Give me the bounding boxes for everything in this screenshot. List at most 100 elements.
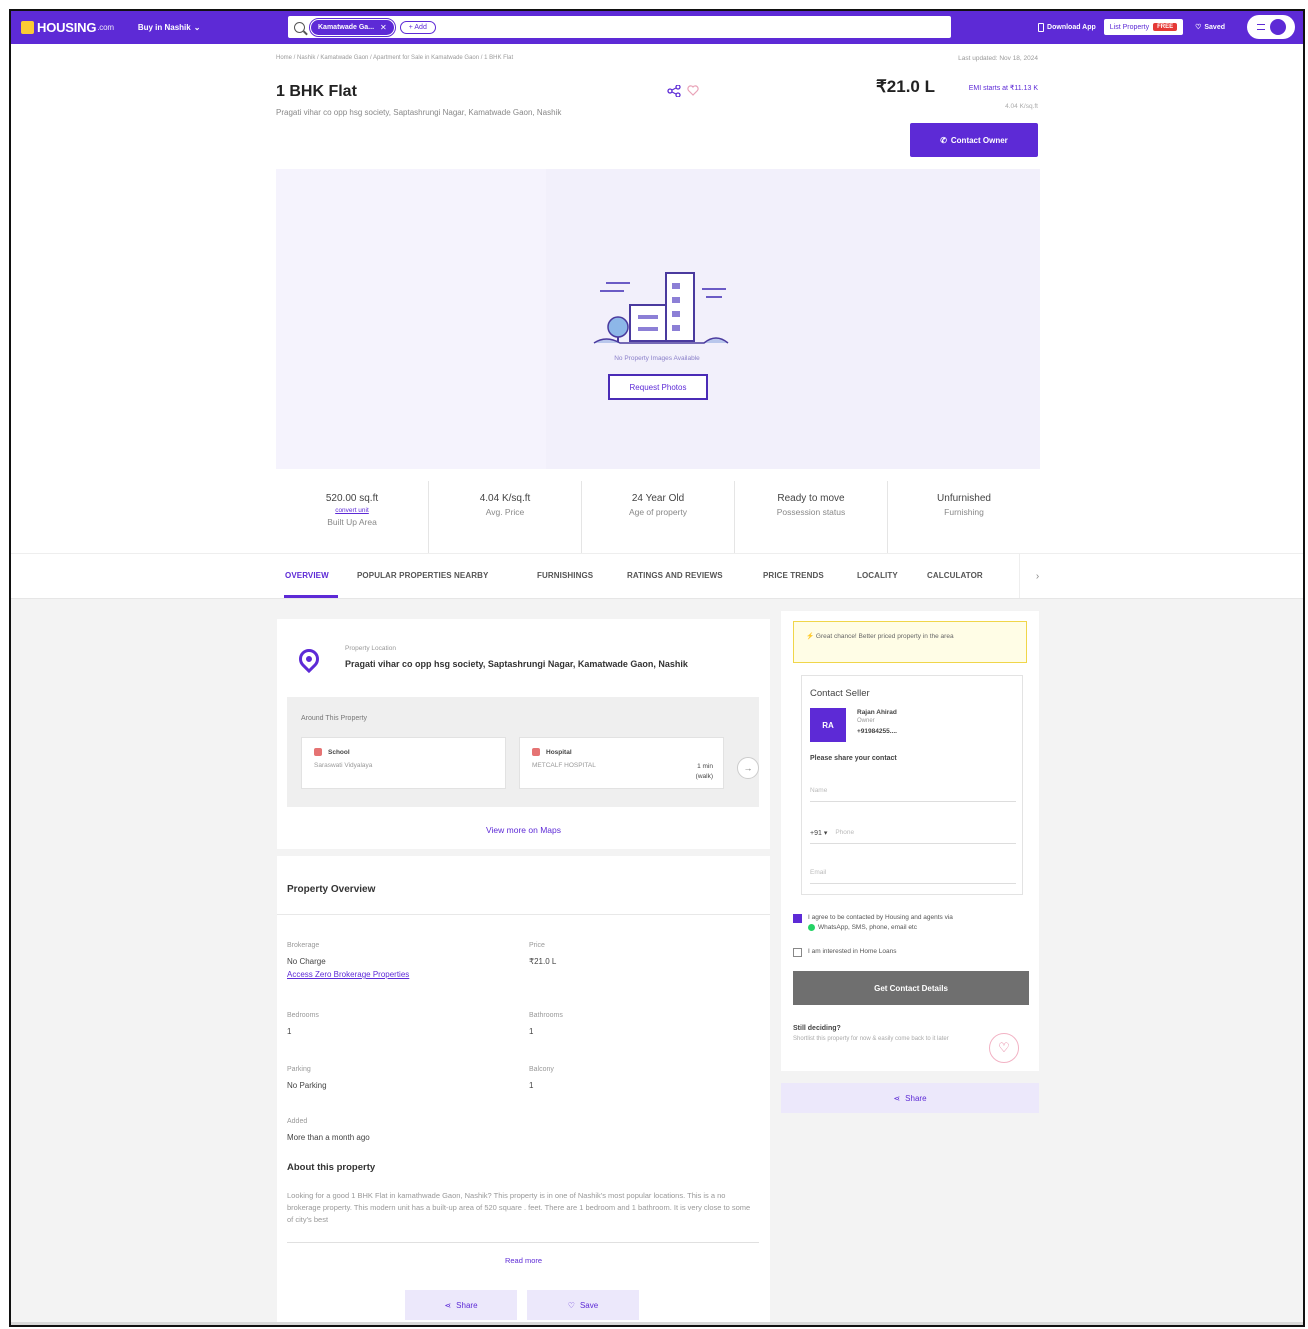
locality-chip-label: Kamatwade Ga...: [318, 23, 375, 31]
notice-label: Great chance! Better priced property in …: [815, 633, 954, 640]
share-label: Share: [905, 1093, 927, 1103]
poi-type: Hospital: [532, 748, 572, 756]
tab-overview[interactable]: OVERVIEW: [285, 571, 329, 580]
consent-checkbox-row[interactable]: I agree to be contacted by Housing and a…: [793, 913, 1033, 933]
get-contact-details-button[interactable]: Get Contact Details: [793, 971, 1029, 1005]
phone-field[interactable]: +91 ▾ Phone: [810, 822, 1016, 844]
no-image-building-icon: [593, 272, 729, 344]
share-label: Share: [456, 1300, 478, 1310]
section-tabs: OVERVIEW POPULAR PROPERTIES NEARBY FURNI…: [11, 553, 1303, 599]
saved-link[interactable]: ♡ Saved: [1195, 23, 1225, 32]
overview-item-balcony: Balcony 1: [529, 1066, 554, 1090]
housing-logo[interactable]: HOUSING .com: [21, 20, 114, 35]
horizontal-scrollbar[interactable]: [11, 1322, 1303, 1325]
shortlist-heart-button[interactable]: ♡: [989, 1033, 1019, 1063]
active-tab-indicator: [284, 595, 338, 598]
stat-label: Age of property: [628, 507, 688, 517]
stat-age: 24 Year Old Age of property: [582, 481, 735, 553]
tabs-next-button[interactable]: ›: [1019, 554, 1055, 598]
logo-suffix: .com: [97, 23, 114, 32]
top-navbar: HOUSING .com Buy in Nashik ⌄ Kamatwade G…: [11, 11, 1303, 44]
about-text: Looking for a good 1 BHK Flat in kamathw…: [287, 1191, 751, 1224]
share-icon: ⋖: [444, 1300, 452, 1310]
poi-name: Saraswati Vidyalaya: [314, 762, 373, 769]
header-actions: Download App List Property FREE ♡ Saved: [1038, 15, 1295, 39]
overview-item-bathrooms: Bathrooms 1: [529, 1012, 563, 1036]
consent-checkbox[interactable]: [793, 914, 802, 923]
price-notice: ⚡ Great chance! Better priced property i…: [793, 621, 1027, 663]
home-loan-checkbox[interactable]: [793, 948, 802, 957]
home-loan-checkbox-row[interactable]: I am interested in Home Loans: [793, 947, 1033, 957]
property-price: ₹21.0 L: [875, 77, 935, 96]
name-field[interactable]: Name: [810, 780, 1016, 802]
tab-ratings-reviews[interactable]: RATINGS AND REVIEWS: [627, 571, 723, 580]
poi-next-button[interactable]: →: [737, 757, 759, 779]
country-code-value: +91: [810, 829, 822, 837]
share-button[interactable]: ⋖ Share: [405, 1290, 517, 1320]
tab-popular-properties[interactable]: POPULAR PROPERTIES NEARBY: [357, 571, 488, 580]
convert-unit-link[interactable]: convert unit: [276, 507, 428, 514]
locality-chip[interactable]: Kamatwade Ga... ✕: [309, 17, 396, 37]
consent-text: I agree to be contacted by Housing and a…: [808, 913, 953, 933]
overview-item-price: Price ₹21.0 L: [529, 942, 556, 966]
property-address: Pragati vihar co opp hsg society, Saptas…: [276, 108, 562, 117]
contact-owner-button[interactable]: ✆ Contact Owner: [910, 123, 1038, 157]
heart-icon[interactable]: [687, 85, 699, 96]
location-value: Pragati vihar co opp hsg society, Saptas…: [345, 659, 688, 669]
request-photos-button[interactable]: Request Photos: [608, 374, 708, 400]
tab-furnishings[interactable]: FURNISHINGS: [537, 571, 593, 580]
saved-label: Saved: [1204, 23, 1225, 31]
read-more-link[interactable]: Read more: [277, 1256, 770, 1265]
poi-card-hospital[interactable]: Hospital METCALF HOSPITAL 1 min (walk): [519, 737, 724, 789]
overview-title: Property Overview: [287, 884, 376, 895]
poi-distance-value: 1 min: [697, 763, 713, 770]
download-app-link[interactable]: Download App: [1038, 22, 1096, 32]
stat-label: Possession status: [776, 507, 846, 517]
list-property-button[interactable]: List Property FREE: [1103, 19, 1184, 35]
overview-key: Brokerage: [287, 942, 320, 949]
account-menu[interactable]: [1247, 15, 1295, 39]
bolt-icon: ⚡: [806, 633, 816, 640]
save-label: Save: [579, 1300, 599, 1310]
property-stats: 520.00 sq.ft convert unit Built Up Area …: [276, 481, 1040, 553]
image-gallery: No Property Images Available Request Pho…: [276, 169, 1040, 469]
save-button[interactable]: ♡ Save: [527, 1290, 639, 1320]
price-per-sqft: 4.04 K/sq.ft: [1005, 103, 1038, 110]
sidebar-share-button[interactable]: ⋖ Share: [781, 1083, 1039, 1113]
poi-card-school[interactable]: School Saraswati Vidyalaya: [301, 737, 506, 789]
location-card: Property Location Pragati vihar co opp h…: [277, 619, 770, 849]
poi-distance: 1 min (walk): [696, 762, 713, 782]
download-app-label: Download App: [1047, 23, 1096, 31]
tab-locality[interactable]: LOCALITY: [857, 571, 898, 580]
last-updated: Last updated: Nov 18, 2024: [958, 55, 1038, 62]
view-maps-link[interactable]: View more on Maps: [277, 825, 770, 835]
stat-possession: Ready to move Possession status: [735, 481, 888, 553]
tab-calculator[interactable]: CALCULATOR: [927, 571, 983, 580]
breadcrumb[interactable]: Home / Nashik / Kamatwade Gaon / Apartme…: [276, 55, 513, 61]
no-photo-text: No Property Images Available: [614, 355, 700, 362]
emi-link[interactable]: EMI starts at ₹11.13 K: [969, 84, 1038, 92]
consent-label: I agree to be contacted by Housing and a…: [808, 914, 953, 921]
country-code-select[interactable]: +91 ▾: [810, 829, 827, 837]
poi-type-label: School: [328, 748, 350, 756]
page-title: 1 BHK Flat: [276, 83, 357, 100]
add-locality-chip[interactable]: + Add: [399, 20, 436, 34]
search-bar[interactable]: Kamatwade Ga... ✕ + Add: [288, 16, 951, 38]
close-icon[interactable]: ✕: [380, 23, 387, 32]
seller-phone: +91984255....: [857, 728, 897, 735]
city-dropdown[interactable]: Buy in Nashik ⌄: [138, 23, 201, 32]
zero-brokerage-link[interactable]: Access Zero Brokerage Properties: [287, 970, 409, 979]
share-icon[interactable]: [667, 85, 681, 97]
location-label: Property Location: [345, 645, 396, 652]
free-badge: FREE: [1153, 23, 1178, 31]
browser-viewport: HOUSING .com Buy in Nashik ⌄ Kamatwade G…: [9, 9, 1305, 1327]
stat-value: 520.00 sq.ft: [325, 493, 379, 504]
divider: [287, 1242, 759, 1243]
phone-icon: ✆: [940, 135, 947, 145]
email-field[interactable]: Email: [810, 862, 1016, 884]
name-placeholder: Name: [810, 787, 828, 794]
contact-seller-card: ⚡ Great chance! Better priced property i…: [781, 611, 1039, 1071]
overview-value: 1: [529, 1081, 534, 1090]
seller-name: Rajan Ahirad: [857, 709, 897, 716]
tab-price-trends[interactable]: PRICE TRENDS: [763, 571, 824, 580]
